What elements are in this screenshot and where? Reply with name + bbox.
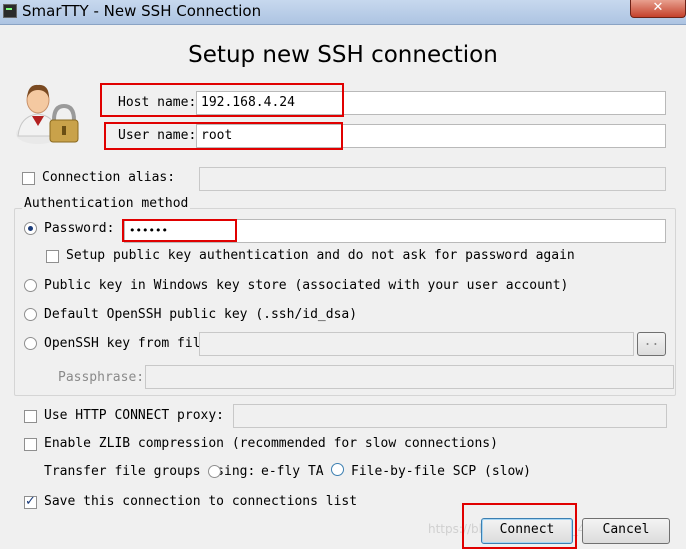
zlib-checkbox[interactable]	[24, 438, 37, 451]
setup-pubkey-checkbox[interactable]	[46, 250, 59, 263]
close-button[interactable]: ✕	[630, 0, 686, 18]
passphrase-label: Passphrase:	[58, 370, 145, 385]
alias-input[interactable]	[199, 167, 666, 191]
proxy-input[interactable]	[233, 404, 667, 428]
windows-store-radio[interactable]	[24, 279, 37, 292]
user-lock-icon	[16, 84, 79, 144]
transfer-option2-radio[interactable]	[331, 463, 344, 476]
default-openssh-label: Default OpenSSH public key (.ssh/id_dsa)	[44, 307, 358, 322]
connect-highlight-box	[462, 503, 577, 549]
transfer-label: Transfer file groups using:	[44, 464, 256, 479]
app-terminal-icon	[3, 4, 17, 18]
save-connection-checkbox[interactable]	[24, 494, 37, 509]
transfer-option1-label: e-fly TA	[261, 464, 324, 480]
transfer-option2-label: File-by-file SCP (slow)	[351, 464, 532, 479]
user-highlight-box	[104, 122, 343, 150]
password-radio[interactable]	[24, 222, 37, 235]
save-connection-label: Save this connection to connections list	[44, 494, 358, 509]
zlib-label: Enable ZLIB compression (recommended for…	[44, 436, 498, 451]
alias-label: Connection alias:	[42, 170, 176, 185]
setup-pubkey-label: Setup public key authentication and do n…	[66, 248, 575, 263]
openssh-file-label: OpenSSH key from file:	[44, 336, 217, 351]
passphrase-input[interactable]	[145, 365, 674, 389]
cancel-button[interactable]: Cancel	[582, 518, 670, 544]
windows-store-label: Public key in Windows key store (associa…	[44, 278, 569, 293]
openssh-file-radio[interactable]	[24, 337, 37, 350]
proxy-checkbox[interactable]	[24, 410, 37, 423]
password-label: Password:	[44, 221, 115, 236]
proxy-label: Use HTTP CONNECT proxy:	[44, 408, 225, 423]
password-highlight-box	[122, 219, 237, 242]
default-openssh-radio[interactable]	[24, 308, 37, 321]
openssh-file-input[interactable]	[199, 332, 634, 356]
transfer-option1-radio[interactable]	[208, 465, 221, 478]
window-title: SmarTTY - New SSH Connection	[22, 2, 262, 20]
alias-checkbox[interactable]	[22, 172, 35, 185]
dialog-heading: Setup new SSH connection	[188, 42, 498, 68]
host-highlight-box	[100, 83, 344, 117]
close-icon: ✕	[652, 0, 664, 15]
auth-section-label: Authentication method	[22, 196, 191, 212]
browse-button[interactable]: ..	[637, 332, 666, 356]
